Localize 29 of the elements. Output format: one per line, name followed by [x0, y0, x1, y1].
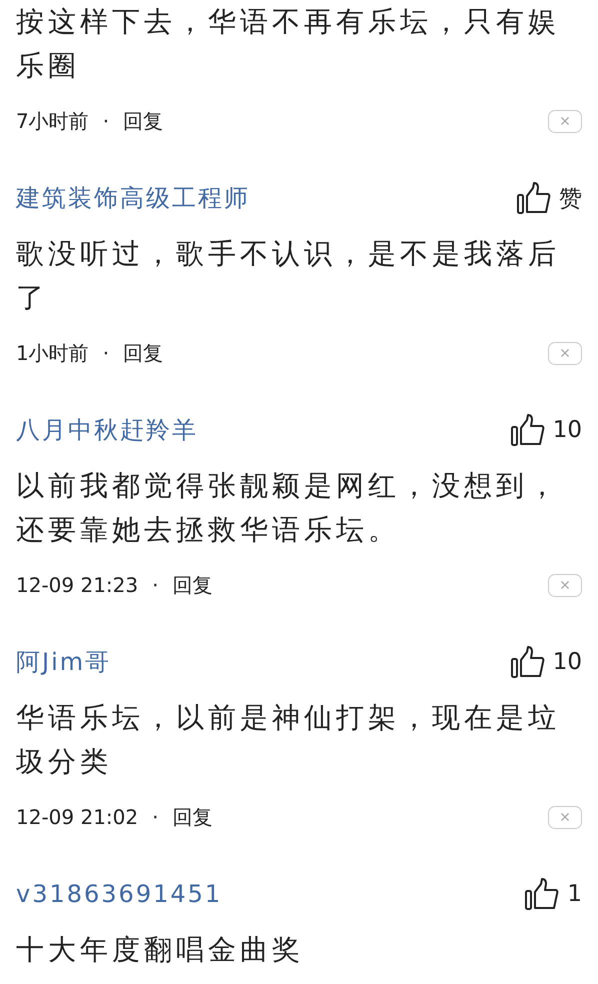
thumbs-up-icon[interactable] [510, 414, 545, 446]
separator-dot: · [152, 805, 158, 829]
reply-link[interactable]: 回复 [172, 572, 212, 598]
reply-link[interactable]: 回复 [172, 804, 212, 830]
like-count: 赞 [559, 184, 582, 214]
comment-text: 歌没听过，歌手不认识，是不是我落后了 [16, 236, 561, 316]
comment-text: 按这样下去，华语不再有乐坛，只有娱乐圈 [16, 4, 561, 84]
timestamp: 12-09 21:23 [16, 573, 138, 597]
like-count: 1 [567, 881, 582, 907]
thumbs-up-icon[interactable] [525, 878, 560, 910]
comment-text: 华语乐坛，以前是神仙打架，现在是垃圾分类 [16, 700, 561, 780]
separator-dot: · [152, 573, 158, 597]
reply-link[interactable]: 回复 [123, 340, 164, 366]
thumbs-up-icon[interactable] [517, 182, 551, 214]
timestamp: 1小时前 [16, 340, 89, 366]
username[interactable]: 建筑装饰高级工程师 [16, 182, 250, 214]
reply-link[interactable]: 回复 [123, 108, 164, 134]
separator-dot: · [102, 109, 110, 133]
timestamp: 12-09 21:02 [16, 805, 138, 829]
username[interactable]: 八月中秋赶羚羊 [16, 414, 198, 446]
username[interactable]: 阿Jim哥 [16, 646, 112, 678]
username[interactable]: v31863691451 [16, 880, 222, 908]
like-count: 10 [552, 417, 582, 443]
separator-dot: · [102, 341, 110, 365]
like-count: 10 [552, 649, 582, 675]
comment-text: 以前我都觉得张靓颖是网红，没想到，还要靠她去拯救华语乐坛。 [16, 468, 561, 548]
comment-text: 十大年度翻唱金曲奖 [16, 932, 305, 968]
thumbs-up-icon[interactable] [510, 646, 545, 678]
timestamp: 7小时前 [16, 108, 89, 134]
